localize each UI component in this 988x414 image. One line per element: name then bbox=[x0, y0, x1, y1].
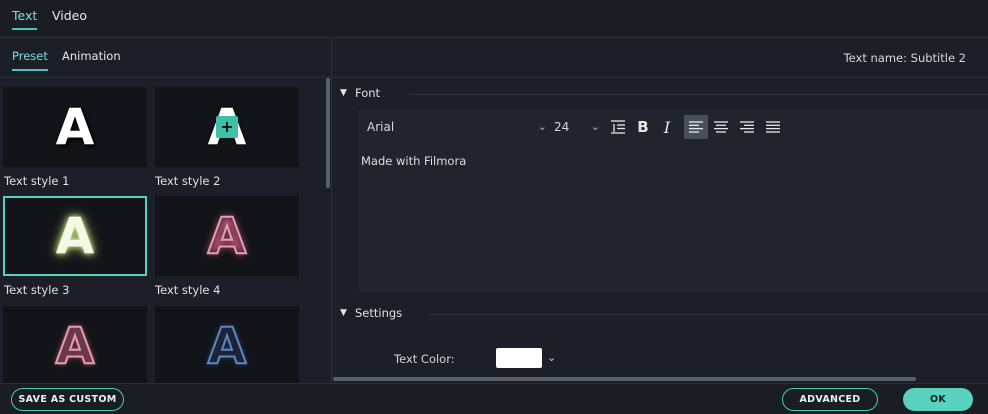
align-justify-icon bbox=[766, 121, 780, 133]
preset-subtabs: Preset Animation bbox=[0, 38, 331, 78]
font-panel: Arial ⌄ 24 ⌄ B I Made with Filmora bbox=[358, 110, 988, 292]
chevron-down-icon: ⌄ bbox=[537, 120, 547, 133]
align-left-icon bbox=[689, 121, 703, 133]
chevron-down-icon: ⌄ bbox=[590, 120, 600, 133]
font-section-header[interactable]: ▼ Font bbox=[333, 83, 988, 105]
preset-scrollbar[interactable] bbox=[326, 78, 330, 188]
tab-text[interactable]: Text bbox=[12, 8, 38, 30]
collapse-triangle-icon: ▼ bbox=[340, 308, 347, 318]
font-family-value: Arial bbox=[367, 120, 395, 134]
text-style-3-label: Text style 3 bbox=[4, 283, 70, 297]
font-toolbar: Arial ⌄ 24 ⌄ B I bbox=[358, 110, 988, 146]
font-size-dropdown[interactable]: 24 ⌄ bbox=[554, 120, 600, 138]
italic-button[interactable]: I bbox=[655, 115, 679, 139]
save-as-custom-button[interactable]: SAVE AS CUSTOM bbox=[11, 388, 124, 411]
align-center-icon bbox=[714, 121, 728, 133]
tab-video[interactable]: Video bbox=[52, 8, 87, 28]
align-left-button[interactable] bbox=[684, 115, 708, 139]
text-style-4-glyph: A bbox=[207, 206, 248, 266]
text-content-editor[interactable]: Made with Filmora bbox=[360, 150, 986, 290]
line-spacing-icon bbox=[611, 120, 625, 134]
advanced-button[interactable]: ADVANCED bbox=[782, 388, 878, 411]
add-plus-icon[interactable]: + bbox=[216, 116, 238, 138]
text-name-label: Text name: Subtitle 2 bbox=[843, 51, 966, 65]
text-style-2-label: Text style 2 bbox=[155, 174, 221, 188]
text-name-bar: Text name: Subtitle 2 bbox=[333, 38, 988, 78]
line-spacing-button[interactable] bbox=[606, 115, 630, 139]
text-style-4-label: Text style 4 bbox=[155, 283, 221, 297]
bottom-action-bar: SAVE AS CUSTOM ADVANCED OK bbox=[0, 383, 988, 414]
text-properties-panel: Text name: Subtitle 2 ▼ Font Arial ⌄ 24 … bbox=[333, 38, 988, 383]
text-style-4-thumbnail[interactable]: A bbox=[155, 196, 299, 276]
align-center-button[interactable] bbox=[709, 115, 733, 139]
text-style-6-glyph: A bbox=[207, 316, 248, 376]
text-style-3-glyph: A bbox=[55, 207, 95, 265]
tab-preset[interactable]: Preset bbox=[12, 49, 48, 71]
align-right-button[interactable] bbox=[735, 115, 759, 139]
text-style-3-thumbnail[interactable]: A bbox=[3, 196, 147, 276]
text-style-1-thumbnail[interactable]: A bbox=[3, 87, 147, 167]
text-style-5-glyph: A bbox=[55, 316, 96, 376]
align-right-icon bbox=[740, 121, 754, 133]
bold-button[interactable]: B bbox=[631, 115, 655, 139]
preset-panel: Preset Animation A Text style 1 A Text s… bbox=[0, 38, 332, 383]
text-color-label: Text Color: bbox=[394, 352, 455, 366]
text-style-1-glyph: A bbox=[55, 98, 95, 156]
top-tab-bar: Text Video bbox=[0, 0, 988, 38]
font-size-value: 24 bbox=[554, 120, 570, 134]
chevron-down-icon[interactable]: ⌄ bbox=[547, 351, 556, 364]
settings-section-header[interactable]: ▼ Settings bbox=[333, 303, 988, 325]
collapse-triangle-icon: ▼ bbox=[340, 88, 347, 98]
text-color-swatch[interactable] bbox=[496, 348, 542, 368]
divider bbox=[429, 314, 988, 315]
settings-section-title: Settings bbox=[355, 306, 403, 320]
properties-scrollbar[interactable] bbox=[333, 377, 916, 381]
font-section-title: Font bbox=[355, 86, 381, 100]
divider bbox=[409, 94, 988, 95]
text-style-5-thumbnail[interactable]: A bbox=[3, 306, 147, 383]
text-color-row: Text Color: ⌄ bbox=[333, 343, 988, 373]
tab-animation[interactable]: Animation bbox=[62, 49, 121, 69]
text-style-1-label: Text style 1 bbox=[4, 174, 70, 188]
align-justify-button[interactable] bbox=[761, 115, 785, 139]
text-style-6-thumbnail[interactable]: A bbox=[155, 306, 299, 383]
font-family-dropdown[interactable]: Arial ⌄ bbox=[367, 120, 547, 138]
ok-button[interactable]: OK bbox=[903, 388, 973, 411]
